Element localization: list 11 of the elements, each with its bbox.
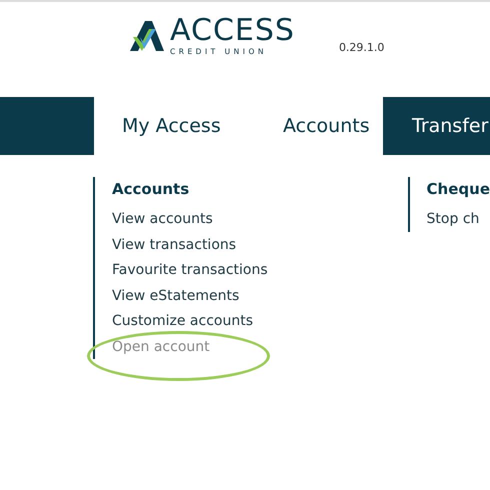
version-text: 0.29.1.0: [338, 40, 384, 56]
menu-link[interactable]: View accounts: [112, 211, 213, 227]
menu-heading: Cheque: [426, 179, 490, 200]
menu-link[interactable]: Stop ch: [426, 211, 480, 227]
nav-tab[interactable]: Transfer: [383, 97, 490, 155]
menu-link[interactable]: Favourite transactions: [112, 262, 268, 278]
menu-heading: Accounts: [112, 179, 190, 200]
menu-link[interactable]: Customize accounts: [112, 313, 254, 329]
menu-link[interactable]: View transactions: [112, 236, 236, 252]
logo-name: ACCESS: [170, 16, 295, 46]
menu-link[interactable]: View eStatements: [112, 288, 240, 304]
